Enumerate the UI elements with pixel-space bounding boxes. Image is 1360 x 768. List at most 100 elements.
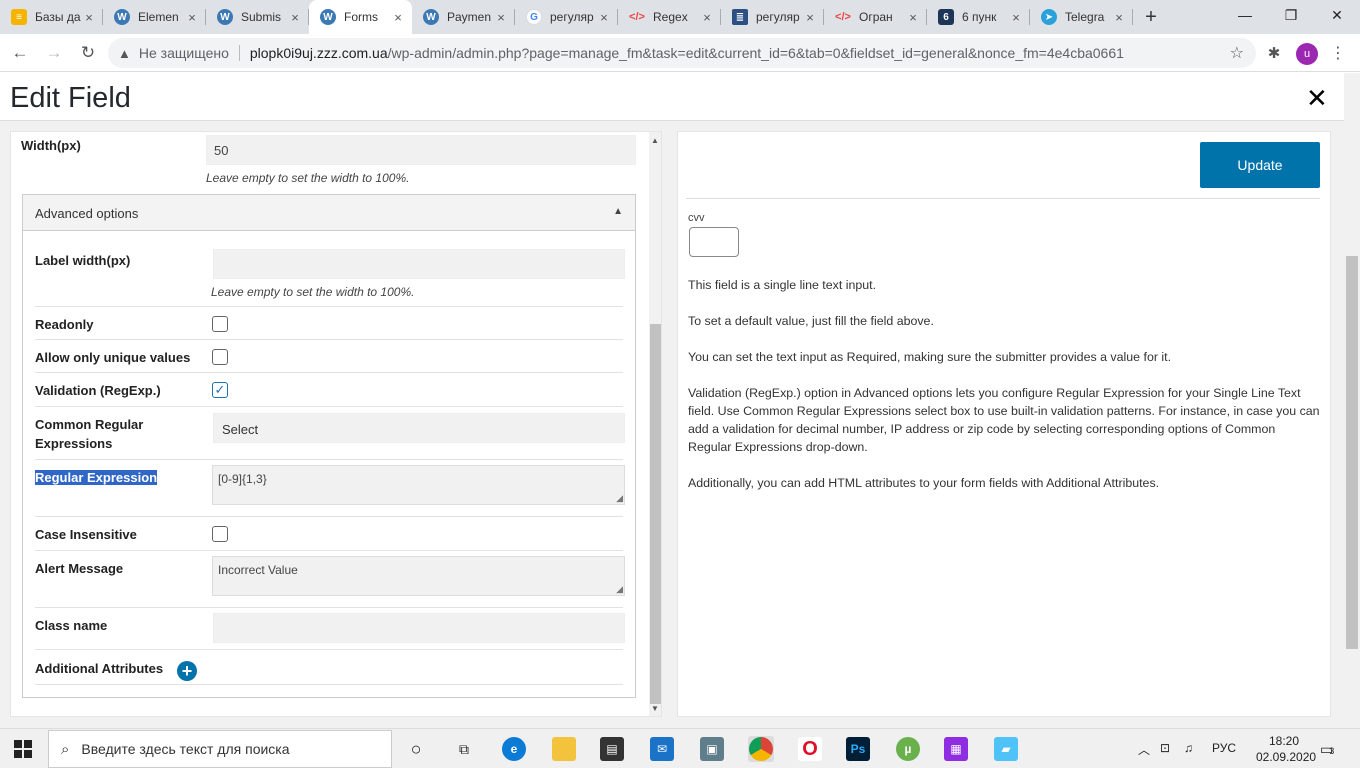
browser-menu-icon[interactable]: ⋮ — [1326, 42, 1350, 64]
collapse-caret-icon[interactable]: ▲ — [613, 206, 623, 217]
row-divider — [35, 550, 623, 551]
language-indicator[interactable]: РУС — [1212, 741, 1236, 755]
warning-icon[interactable]: ▲ — [118, 46, 131, 61]
alert-message-textarea[interactable]: Incorrect Value ◢ — [212, 556, 625, 596]
tab-title: Submis — [241, 10, 282, 24]
minimize-window-button[interactable]: — — [1222, 0, 1268, 30]
unique-values-checkbox[interactable] — [212, 349, 228, 365]
tg-favicon-icon: ➤ — [1041, 9, 1057, 25]
browser-tab[interactable]: </> Regex × — [618, 0, 721, 34]
row-divider — [35, 372, 623, 373]
tray-chevron-icon[interactable]: ︿ — [1138, 741, 1150, 758]
browser-tab[interactable]: ➤ Telegra × — [1030, 0, 1133, 34]
url-host: plopk0i9uj.zzz.com.ua — [249, 45, 388, 61]
doc-favicon-icon: ≣ — [732, 9, 748, 25]
tab-close-icon[interactable]: × — [596, 10, 612, 25]
store-icon[interactable]: ▤ — [600, 737, 624, 761]
network-icon[interactable]: ⊡ — [1160, 741, 1170, 755]
alert-message-value: Incorrect Value — [218, 563, 298, 577]
browser-tab[interactable]: W Submis × — [206, 0, 309, 34]
readonly-checkbox[interactable] — [212, 316, 228, 332]
browser-tab[interactable]: ≡ Базы да × — [0, 0, 103, 34]
validation-checkbox[interactable]: ✓ — [212, 382, 228, 398]
back-button[interactable]: ← — [8, 42, 32, 64]
width-input[interactable]: 50 — [206, 135, 636, 165]
file-explorer-icon[interactable] — [552, 737, 576, 761]
address-bar[interactable]: ▲ Не защищено plopk0i9uj.zzz.com.ua/wp-a… — [108, 38, 1256, 68]
taskbar-search-box[interactable]: ⌕ Введите здесь текст для поиска — [48, 730, 392, 768]
scroll-down-arrow-icon[interactable]: ▼ — [651, 704, 659, 713]
advanced-options-header[interactable]: Advanced options ▲ — [23, 195, 635, 231]
mail-icon[interactable]: ✉ — [650, 737, 674, 761]
utorrent-icon[interactable]: µ — [896, 737, 920, 761]
close-window-button[interactable]: ✕ — [1314, 0, 1360, 30]
volume-icon[interactable]: ♫ — [1184, 741, 1193, 755]
notifications-icon[interactable]: ▭3 — [1320, 741, 1334, 758]
tab-close-icon[interactable]: × — [1008, 10, 1024, 25]
tab-close-icon[interactable]: × — [802, 10, 818, 25]
windows-taskbar: ⌕ Введите здесь текст для поиска ○ ⧉ e ▤… — [0, 728, 1360, 768]
resize-grip-icon[interactable]: ◢ — [616, 584, 623, 595]
close-icon[interactable]: ✕ — [1306, 83, 1328, 114]
browser-tab[interactable]: W Paymen × — [412, 0, 515, 34]
scroll-up-arrow-icon[interactable]: ▲ — [651, 136, 659, 145]
resize-grip-icon[interactable]: ◢ — [616, 493, 623, 504]
restore-window-button[interactable]: ❐ — [1268, 0, 1314, 30]
description-paragraph: Validation (RegExp.) option in Advanced … — [688, 386, 1320, 454]
profile-avatar[interactable]: u — [1296, 43, 1318, 65]
tab-close-icon[interactable]: × — [184, 10, 200, 25]
update-button[interactable]: Update — [1200, 142, 1320, 188]
common-regex-label-line-1: Common Regular — [35, 417, 144, 432]
tab-close-icon[interactable]: × — [81, 10, 97, 25]
bookmark-star-icon[interactable]: ☆ — [1230, 43, 1244, 63]
notes-app-icon[interactable]: ▰ — [994, 737, 1018, 761]
tab-close-icon[interactable]: × — [1111, 10, 1127, 25]
preview-text-input[interactable] — [689, 227, 739, 257]
tab-close-icon[interactable]: × — [493, 10, 509, 25]
tab-close-icon[interactable]: × — [699, 10, 715, 25]
search-icon: ⌕ — [61, 740, 70, 758]
cortana-icon[interactable]: ○ — [404, 737, 428, 761]
browser-tab[interactable]: ≣ регуляр × — [721, 0, 824, 34]
preview-field-label: cvv — [688, 212, 705, 224]
browser-tab[interactable]: 6 6 пунк × — [927, 0, 1030, 34]
windows-start-icon[interactable] — [14, 740, 32, 758]
label-width-input[interactable] — [213, 249, 625, 279]
opera-icon[interactable]: O — [798, 737, 822, 761]
chrome-icon[interactable] — [748, 736, 774, 762]
network-tool-icon[interactable]: ▣ — [700, 737, 724, 761]
case-insensitive-checkbox[interactable] — [212, 526, 228, 542]
tab-close-icon[interactable]: × — [390, 10, 406, 25]
regex-label-text: Regular Expression — [35, 470, 158, 485]
browser-tab[interactable]: Gрегуляр × — [515, 0, 618, 34]
readonly-label: Readonly — [35, 317, 94, 332]
class-name-input[interactable] — [213, 613, 625, 643]
page-scrollbar-thumb[interactable] — [1346, 256, 1358, 649]
add-attribute-plus-icon[interactable]: + — [177, 661, 197, 681]
browser-tab[interactable]: W Elemen × — [103, 0, 206, 34]
tab-close-icon[interactable]: × — [905, 10, 921, 25]
browser-tab[interactable]: W Forms × — [309, 0, 412, 34]
task-view-icon[interactable]: ⧉ — [452, 737, 476, 761]
new-tab-button[interactable]: + — [1133, 0, 1169, 34]
forward-button[interactable]: → — [42, 42, 66, 64]
db-favicon-icon: ≡ — [11, 9, 27, 25]
wp-favicon-icon: W — [114, 9, 130, 25]
edge-icon[interactable]: e — [502, 737, 526, 761]
validation-label: Validation (RegExp.) — [35, 383, 161, 398]
extensions-icon[interactable]: ✱ — [1262, 42, 1286, 64]
additional-attributes-label: Additional Attributes — [35, 661, 164, 676]
common-regex-select[interactable]: Select — [213, 413, 625, 443]
common-regex-label-line-2: Expressions — [35, 436, 113, 451]
system-clock[interactable]: 18:20 02.09.2020 — [1256, 733, 1316, 765]
tab-title: регуляр — [550, 10, 594, 24]
browser-tab[interactable]: </> Огран × — [824, 0, 927, 34]
winrar-icon[interactable]: ▦ — [944, 737, 968, 761]
reload-button[interactable]: ↻ — [76, 42, 100, 64]
panel-scrollbar-thumb[interactable] — [650, 324, 661, 704]
photoshop-icon[interactable]: Ps — [846, 737, 870, 761]
regex-textarea[interactable]: [0-9]{1,3} ◢ — [212, 465, 625, 505]
tab-title: Forms — [344, 10, 378, 24]
security-status[interactable]: Не защищено — [139, 45, 229, 61]
tab-close-icon[interactable]: × — [287, 10, 303, 25]
